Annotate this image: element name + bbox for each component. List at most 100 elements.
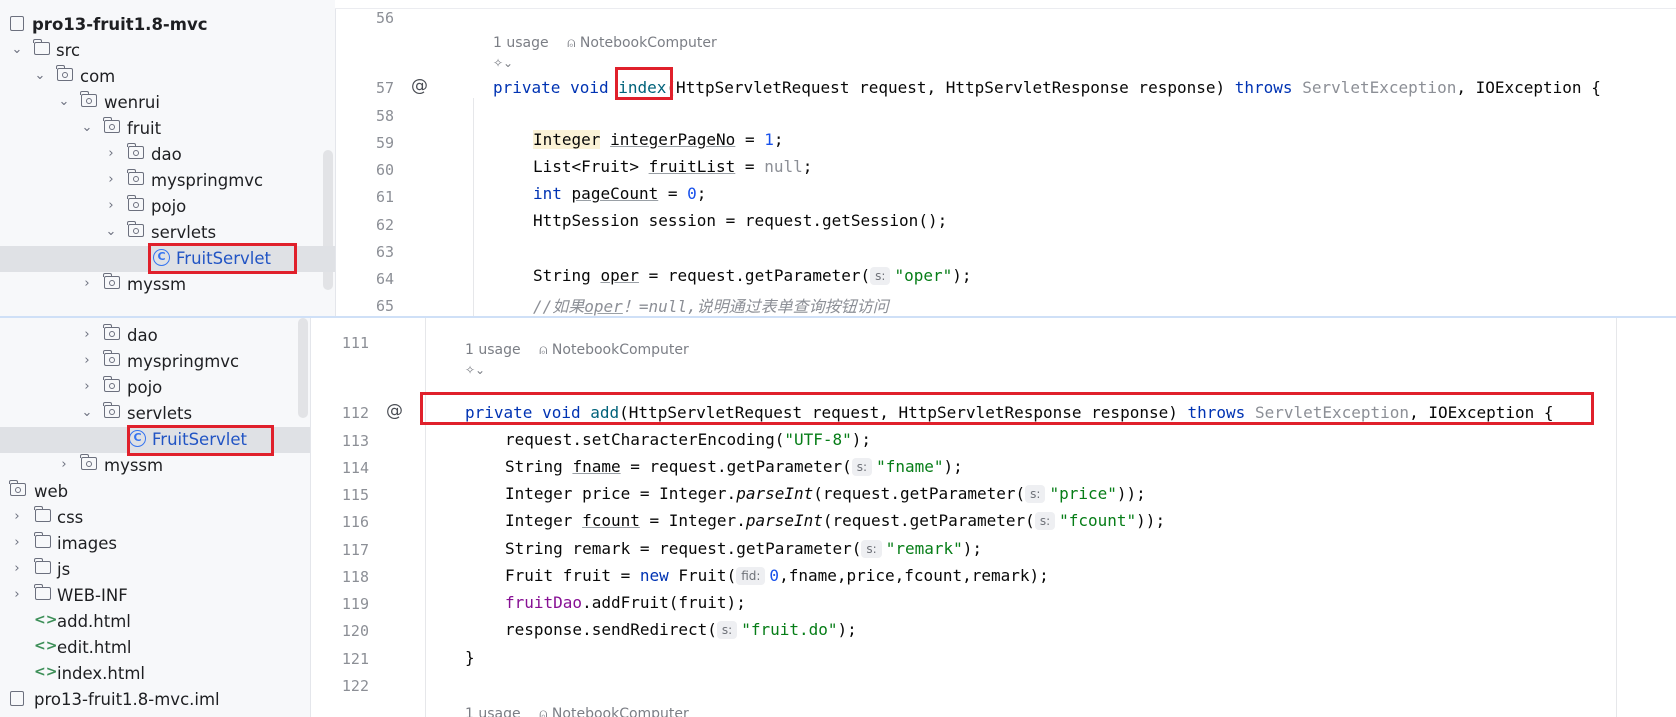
line-gutter: 111 112 113 114 115 116 117 118 119 120 … [311, 318, 391, 717]
tree-item-fruitservlet[interactable]: C FruitServlet [0, 427, 310, 453]
override-at-icon[interactable]: @ [411, 76, 428, 96]
param-hint: s: [861, 540, 882, 558]
line-number: 121 [341, 650, 369, 668]
tree-item-label: dao [151, 145, 182, 164]
method-name-index[interactable]: index [618, 78, 666, 97]
usage-hint[interactable]: 1 usage ⍝ NotebookComputer [465, 342, 689, 358]
tree-item-myssm[interactable]: › myssm [0, 272, 335, 298]
tree-item-label: add.html [57, 612, 131, 631]
tree-item-project-root[interactable]: pro13-fruit1.8-mvc [0, 12, 335, 38]
tree-item-add-html[interactable]: <> add.html [0, 609, 310, 635]
tree-item-myssm[interactable]: › myssm [0, 453, 310, 479]
code-editor[interactable]: 111 112 113 114 115 116 117 118 119 120 … [311, 318, 1676, 717]
person-icon: ⍝ [539, 342, 548, 358]
ai-hint-icon[interactable]: ✧⌄ [465, 363, 485, 377]
tree-item-label: WEB-INF [57, 586, 128, 605]
usage-author: NotebookComputer [551, 706, 689, 717]
html-file-icon: <> [34, 638, 58, 654]
package-icon [103, 117, 120, 133]
project-tree: › dao › myspringmvc › pojo ⌄ servlets C … [0, 318, 311, 717]
code-line-64: String oper = request.getParameter(s: "op… [533, 266, 972, 285]
tree-item-label: pro13-fruit1.8-mvc.iml [34, 690, 220, 709]
class-icon: C [129, 430, 146, 447]
tree-item-com[interactable]: ⌄ com [0, 64, 335, 90]
html-file-icon: <> [34, 664, 58, 680]
chevron-right-icon[interactable]: › [104, 146, 118, 162]
chevron-right-icon[interactable]: › [80, 379, 94, 395]
chevron-right-icon[interactable]: › [104, 198, 118, 214]
usage-count[interactable]: 1 usage [493, 35, 549, 51]
usage-hint-next[interactable]: 1 usage ⍝ NotebookComputer [465, 706, 689, 717]
tree-item-pojo[interactable]: › pojo [0, 375, 310, 401]
chevron-down-icon[interactable]: ⌄ [80, 405, 94, 421]
tree-item-src[interactable]: ⌄ src [0, 38, 335, 64]
tree-item-label: myssm [104, 456, 164, 475]
tree-item-images[interactable]: › images [0, 531, 310, 557]
param-hint: s: [716, 621, 738, 639]
folder-icon [34, 584, 51, 600]
param-hint: s: [851, 458, 873, 476]
code-line-57: private void index(HttpServletRequest re… [493, 78, 1601, 97]
usage-hint[interactable]: 1 usage ⍝ NotebookComputer [493, 35, 717, 51]
tree-item-js[interactable]: › js [0, 557, 310, 583]
tree-item-label: dao [127, 326, 158, 345]
chevron-right-icon[interactable]: › [10, 587, 24, 603]
usage-count[interactable]: 1 usage [465, 706, 521, 717]
chevron-right-icon[interactable]: › [80, 353, 94, 369]
tree-item-myspringmvc[interactable]: › myspringmvc [0, 349, 310, 375]
code-line-62: HttpSession session = request.getSession… [533, 211, 948, 230]
chevron-down-icon[interactable]: ⌄ [57, 94, 71, 110]
chevron-right-icon[interactable]: › [80, 276, 94, 292]
tree-item-fruit[interactable]: ⌄ fruit [0, 116, 335, 142]
usage-count[interactable]: 1 usage [465, 342, 521, 358]
folder-icon [33, 39, 50, 55]
line-number: 58 [375, 107, 394, 125]
tree-item-web[interactable]: web [0, 479, 310, 505]
tree-item-servlets[interactable]: ⌄ servlets [0, 401, 310, 427]
chevron-right-icon[interactable]: › [10, 561, 24, 577]
line-number: 119 [341, 595, 369, 613]
chevron-right-icon[interactable]: › [80, 327, 94, 343]
tree-item-label: fruit [127, 119, 162, 138]
person-icon: ⍝ [539, 706, 548, 717]
chevron-right-icon[interactable]: › [57, 457, 71, 473]
tree-item-fruitservlet[interactable]: C FruitServlet [0, 246, 335, 272]
chevron-down-icon[interactable]: ⌄ [104, 224, 118, 240]
package-icon [127, 143, 144, 159]
code-line-116: Integer fcount = Integer.parseInt(reques… [505, 511, 1166, 530]
iml-file-icon [10, 691, 24, 706]
code-line-65: //如果oper！=null,说明通过表单查询按钮访问 [533, 297, 889, 316]
code-line-59: Integer integerPageNo = 1; [533, 130, 784, 149]
folder-icon [34, 532, 51, 548]
chevron-right-icon[interactable]: › [10, 509, 24, 525]
tree-item-dao[interactable]: › dao [0, 323, 310, 349]
tree-item-web-inf[interactable]: › WEB-INF [0, 583, 310, 609]
override-at-icon[interactable]: @ [386, 401, 403, 421]
tree-item-label: web [34, 482, 69, 501]
tree-item-servlets[interactable]: ⌄ servlets [0, 220, 335, 246]
tree-item-css[interactable]: › css [0, 505, 310, 531]
tree-item-wenrui[interactable]: ⌄ wenrui [0, 90, 335, 116]
package-icon [103, 350, 120, 366]
ai-hint-icon[interactable]: ✧⌄ [493, 56, 513, 70]
tree-item-label: css [57, 508, 84, 527]
tree-item-pojo[interactable]: › pojo [0, 194, 335, 220]
line-number: 57 [375, 79, 394, 97]
tree-item-myspringmvc[interactable]: › myspringmvc [0, 168, 335, 194]
tree-item-edit-html[interactable]: <> edit.html [0, 635, 310, 661]
tree-item-dao[interactable]: › dao [0, 142, 335, 168]
chevron-right-icon[interactable]: › [104, 172, 118, 188]
code-line-115: Integer price = Integer.parseInt(request… [505, 484, 1146, 503]
method-name-add[interactable]: add [590, 403, 619, 422]
line-number: 63 [375, 243, 394, 261]
line-number: 120 [341, 622, 369, 640]
chevron-down-icon[interactable]: ⌄ [10, 42, 24, 58]
tree-item-iml[interactable]: pro13-fruit1.8-mvc.iml [0, 687, 310, 713]
chevron-right-icon[interactable]: › [10, 535, 24, 551]
tree-item-index-html[interactable]: <> index.html [0, 661, 310, 687]
chevron-down-icon[interactable]: ⌄ [33, 68, 47, 84]
line-number: 62 [375, 216, 394, 234]
chevron-down-icon[interactable]: ⌄ [80, 120, 94, 136]
code-editor[interactable]: 56 57 58 59 60 61 62 63 64 65 @ 1 usage … [336, 0, 1676, 316]
line-number: 116 [341, 513, 369, 531]
